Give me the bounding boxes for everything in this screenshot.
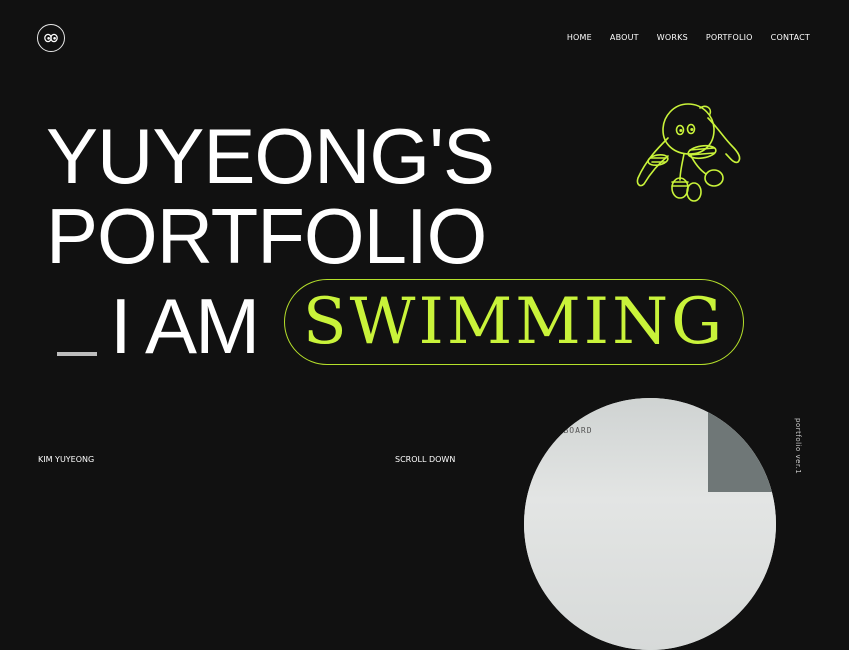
nav-contact[interactable]: CONTACT <box>771 33 810 42</box>
underscore-dash <box>57 352 97 356</box>
swimming-mascot-icon <box>636 103 741 202</box>
nav-works[interactable]: WORKS <box>657 33 688 42</box>
board-title: ORYBOARD <box>546 426 593 435</box>
nav-portfolio[interactable]: PORTFOLIO <box>706 33 753 42</box>
highlight-pill: SWIMMING <box>284 279 744 365</box>
logo-icon[interactable] <box>37 24 65 52</box>
hero-line-3: I AM <box>110 282 260 370</box>
version-label: portfolio ver.1 <box>794 418 802 475</box>
eyes-icon <box>44 33 58 43</box>
scroll-down-link[interactable]: SCROLL DOWN <box>395 455 455 464</box>
window-area <box>708 412 776 492</box>
nav-about[interactable]: ABOUT <box>610 33 639 42</box>
hero-line-1: YUYEONG'S <box>46 112 495 200</box>
hero-title: YUYEONG'S PORTFOLIO <box>46 112 495 280</box>
nav-home[interactable]: HOME <box>567 33 592 42</box>
photo-circle: ORYBOARD <box>524 398 776 650</box>
author-name: KIM YUYEONG <box>38 455 95 464</box>
highlight-word: SWIMMING <box>302 285 726 359</box>
main-nav: HOME ABOUT WORKS PORTFOLIO CONTACT <box>567 33 810 42</box>
hero-line-2: PORTFOLIO <box>46 192 487 280</box>
